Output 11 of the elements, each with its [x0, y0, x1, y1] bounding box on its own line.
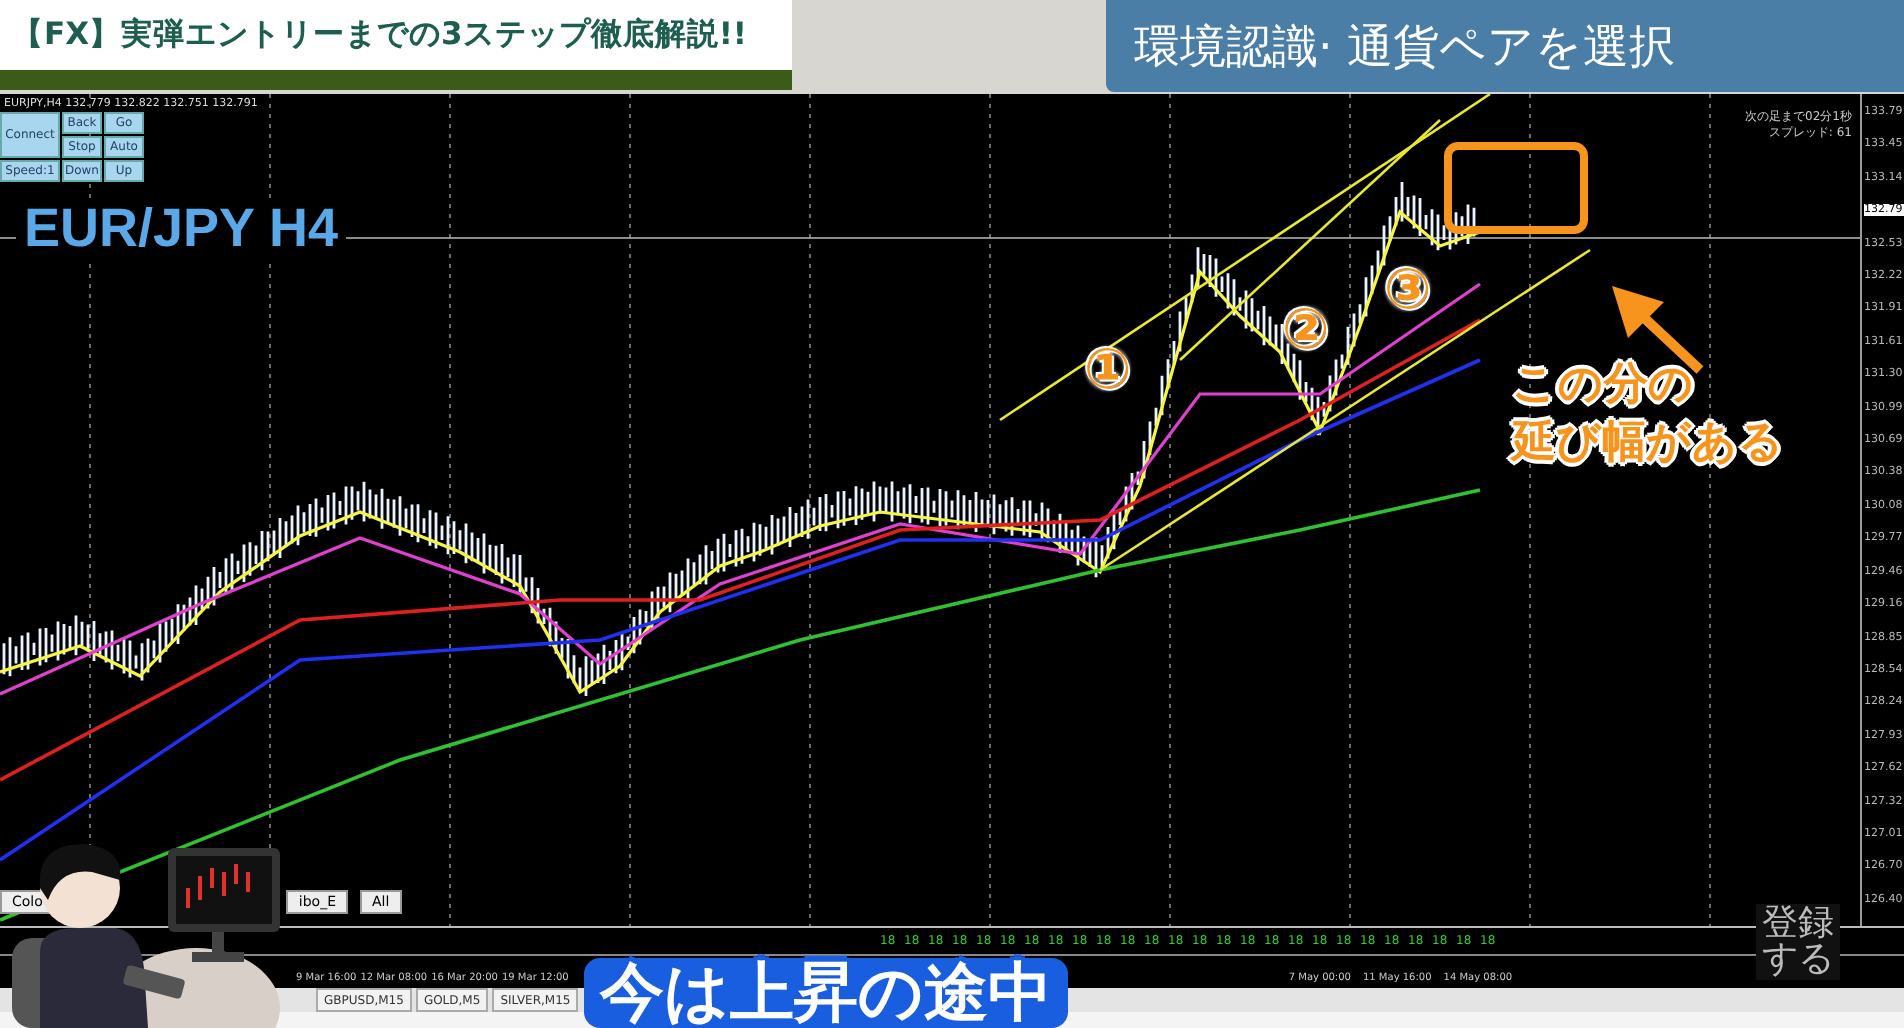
- symbol-label: EUR/JPY H4: [16, 198, 347, 260]
- callout-text: 延び幅がある: [1512, 415, 1784, 472]
- section-banner: 環境認識· 通貨ペアを選択: [1106, 0, 1904, 92]
- subscribe-watermark-text: する: [1762, 942, 1834, 978]
- subscribe-watermark-text: 登録: [1762, 906, 1834, 942]
- video-title-banner: 【FX】実弾エントリーまでの3ステップ徹底解説!!: [0, 0, 792, 70]
- callout-text: この分の: [1512, 358, 1696, 414]
- wave-number-label: ②: [1282, 302, 1330, 358]
- wave-number-label: ③: [1384, 262, 1432, 318]
- wave-number-label: ①: [1084, 342, 1132, 398]
- subtitle-caption: 今は上昇の途中: [584, 958, 1068, 1028]
